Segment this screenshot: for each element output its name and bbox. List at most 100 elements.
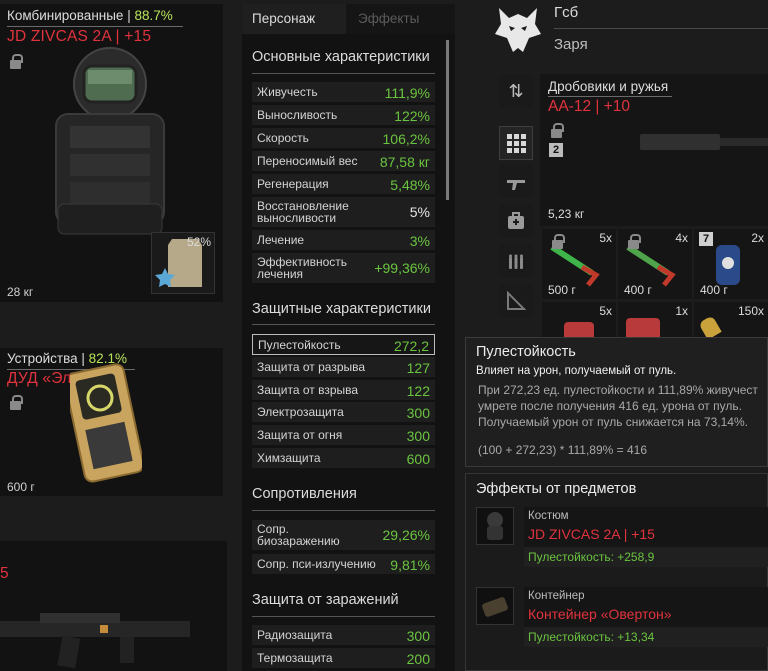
section-divider bbox=[252, 324, 435, 325]
stat-row: Лечение 3% bbox=[252, 230, 435, 250]
stat-row: Радиозащита 300 bbox=[252, 625, 435, 645]
divider bbox=[7, 26, 183, 27]
effect-item-box: Контейнер Контейнер «Овертон» Пулестойко… bbox=[524, 587, 768, 647]
lock-icon bbox=[10, 395, 23, 411]
effect-item-bonus-row: Пулестойкость: +258,9 bbox=[524, 547, 768, 567]
tab-character[interactable]: Персонаж bbox=[252, 11, 315, 26]
weapon-title-fragment: 5 bbox=[0, 565, 9, 582]
tooltip-line: умрете после получения 416 ед. урона от … bbox=[478, 399, 742, 413]
effect-item[interactable]: Костюм JD ZIVCAS 2A | +15 Пулестойкость:… bbox=[476, 507, 768, 567]
medkit-image bbox=[564, 322, 594, 337]
inventory-slot[interactable]: 150x bbox=[694, 302, 768, 340]
effect-item-category: Контейнер bbox=[528, 590, 585, 602]
inventory-slot[interactable]: 4x 400 г bbox=[618, 229, 692, 299]
grid-view-icon[interactable] bbox=[499, 126, 533, 160]
tooltip-line: Получаемый урон от пуль снижается на 73,… bbox=[478, 415, 748, 429]
effect-item-bonus-row: Пулестойкость: +13,34 bbox=[524, 627, 768, 647]
slot-count: 150x bbox=[737, 304, 764, 318]
stat-row: Защита от взрыва 122 bbox=[252, 380, 435, 400]
slot-count: 5x bbox=[599, 231, 612, 245]
effect-item-name: Контейнер «Овертон» bbox=[528, 606, 672, 622]
subgroup-name: Заря bbox=[554, 36, 588, 53]
divider bbox=[548, 96, 672, 97]
misc-filter-icon[interactable] bbox=[499, 284, 533, 318]
slot-weight: 400 г bbox=[700, 283, 728, 297]
container-percent: 52% bbox=[186, 235, 211, 249]
spray-can-image bbox=[716, 245, 740, 285]
lock-icon bbox=[552, 234, 565, 250]
inventory-slot[interactable]: 5x bbox=[542, 302, 616, 337]
tab-effects[interactable]: Эффекты bbox=[358, 11, 419, 26]
slot-count: 2x bbox=[751, 231, 764, 245]
container-slot[interactable]: 52% bbox=[151, 232, 215, 294]
wolf-emblem-icon bbox=[495, 8, 541, 52]
stat-row: Химзащита 600 bbox=[252, 448, 435, 468]
ammo-filter-icon[interactable] bbox=[499, 244, 533, 278]
slot-badge: 7 bbox=[699, 232, 713, 246]
stat-tooltip: Пулестойкость Влияет на урон, получаемый… bbox=[465, 337, 768, 467]
tabs-bar: Персонаж Эффекты bbox=[242, 4, 455, 34]
stats-scrollbar[interactable] bbox=[446, 40, 449, 200]
weapon-title: AA-12 | +10 bbox=[548, 98, 631, 115]
suit-card[interactable]: Комбинированные | 88.7% JD ZIVCAS 2A | +… bbox=[0, 4, 223, 302]
stat-row: Сопр. биозаражению 29,26% bbox=[252, 520, 435, 550]
item-effects-panel: Эффекты от предметов Костюм JD ZIVCAS 2A… bbox=[465, 473, 768, 671]
section-divider bbox=[252, 616, 435, 617]
stat-row: Термозащита 200 bbox=[252, 648, 435, 668]
device-card[interactable]: Устройства | 82.1% ДУД «Эльбрус» 600 г bbox=[0, 348, 223, 496]
stat-row: Переносимый вес 87,58 кг bbox=[252, 151, 435, 171]
weapon-category: Дробовики и ружья bbox=[548, 79, 669, 94]
section-divider bbox=[252, 73, 435, 74]
slot-count: 4x bbox=[675, 231, 688, 245]
slot-count: 1x bbox=[675, 304, 688, 318]
suit-weight: 28 кг bbox=[7, 285, 34, 299]
group-name: Гсб bbox=[554, 4, 579, 21]
stat-row: Восстановление выносливости 5% bbox=[252, 197, 435, 227]
device-weight: 600 г bbox=[7, 480, 35, 494]
weapon-weight: 5,23 кг bbox=[548, 207, 585, 221]
effect-item[interactable]: Контейнер Контейнер «Овертон» Пулестойко… bbox=[476, 587, 768, 647]
lock-icon bbox=[628, 234, 641, 250]
effect-item-thumb bbox=[476, 587, 514, 625]
stat-row: Скорость 106,2% bbox=[252, 128, 435, 148]
tooltip-line: При 272,23 ед. пулестойкости и 111,89% ж… bbox=[478, 383, 758, 397]
slot-weight: 400 г bbox=[624, 283, 652, 297]
weapon-filter-icon[interactable] bbox=[499, 164, 533, 198]
medkit-image bbox=[626, 318, 660, 337]
tooltip-title: Пулестойкость bbox=[476, 344, 576, 360]
inventory-slot[interactable]: 5x 500 г bbox=[542, 229, 616, 299]
section-main-title: Основные характеристики bbox=[252, 49, 430, 65]
effect-item-category: Костюм bbox=[528, 510, 569, 522]
divider bbox=[554, 28, 768, 29]
inventory-slot[interactable]: 1x bbox=[618, 302, 692, 337]
device-image bbox=[70, 363, 142, 483]
weapon-slot-number: 2 bbox=[549, 143, 563, 157]
weapon-card-left[interactable]: 5 bbox=[0, 541, 227, 671]
effect-item-bonus: Пулестойкость: +13,34 bbox=[528, 630, 655, 644]
lock-icon bbox=[10, 54, 23, 70]
section-defense-title: Защитные характеристики bbox=[252, 301, 431, 317]
tooltip-formula: (100 + 272,23) * 111,89% = 416 bbox=[478, 443, 648, 457]
stat-row: Защита от разрыва 127 bbox=[252, 357, 435, 377]
stat-row-selected[interactable]: Пулестойкость 272,2 bbox=[252, 334, 435, 355]
section-resist-title: Сопротивления bbox=[252, 486, 357, 502]
stat-row: Электрозащита 300 bbox=[252, 402, 435, 422]
stat-row: Защита от огня 300 bbox=[252, 425, 435, 445]
inventory-slot[interactable]: 7 2x 400 г bbox=[694, 229, 768, 299]
sort-icon[interactable]: ⇅ bbox=[499, 74, 533, 108]
shotgun-image bbox=[640, 134, 768, 150]
rifle-image bbox=[0, 613, 190, 669]
tooltip-desc: Влияет на урон, получаемый от пуль. bbox=[476, 365, 677, 377]
primary-weapon-slot[interactable]: Дробовики и ружья AA-12 | +10 2 5,23 кг bbox=[540, 74, 768, 226]
lock-icon bbox=[551, 123, 564, 139]
suit-image bbox=[55, 47, 165, 235]
section-contamination-title: Защита от заражений bbox=[252, 592, 399, 608]
stats-panel: Персонаж Эффекты Основные характеристики… bbox=[242, 4, 455, 671]
effects-title: Эффекты от предметов bbox=[476, 481, 637, 497]
stat-row: Живучесть 111,9% bbox=[252, 82, 435, 102]
stat-row: Регенерация 5,48% bbox=[252, 174, 435, 194]
medkit-filter-icon[interactable] bbox=[499, 204, 533, 238]
effect-item-name: JD ZIVCAS 2A | +15 bbox=[528, 526, 655, 542]
slot-weight: 500 г bbox=[548, 283, 576, 297]
slot-count: 5x bbox=[599, 304, 612, 318]
